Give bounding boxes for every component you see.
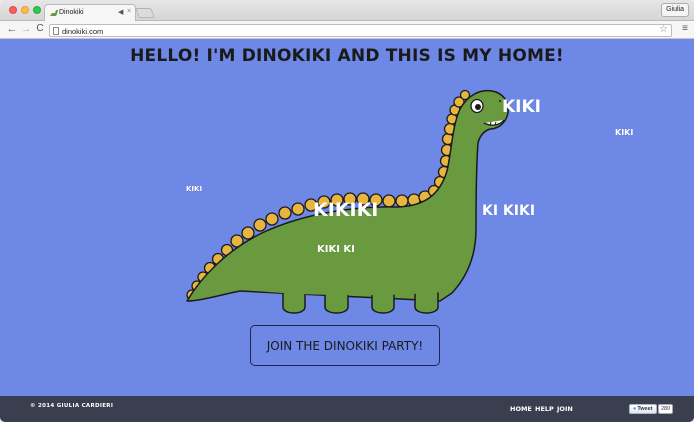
minimize-window-button[interactable] [21, 6, 29, 14]
page-icon [53, 27, 59, 35]
close-window-button[interactable] [9, 6, 17, 14]
browser-toolbar: ← → C dinokiki.com ☆ ≡ [0, 21, 694, 39]
kiki-word: KI KIKI [482, 203, 536, 219]
reload-icon[interactable]: C [34, 23, 46, 35]
footer-link-help[interactable]: HELP [535, 405, 554, 413]
dino-favicon-icon [50, 10, 58, 16]
profile-button[interactable]: Giulia [661, 3, 689, 17]
copyright-text: © 2014 GIULIA CARDIERI [30, 403, 114, 409]
maximize-window-button[interactable] [33, 6, 41, 14]
tweet-label: Tweet [637, 406, 653, 412]
kiki-word: KIKI KI [317, 244, 355, 255]
footer: © 2014 GIULIA CARDIERI HOME HELP JOIN ●T… [0, 396, 694, 422]
footer-link-join[interactable]: JOIN [557, 405, 573, 413]
speaker-icon: ◀ [118, 9, 124, 16]
new-tab-button[interactable] [135, 8, 155, 18]
kiki-word: KIKI [186, 185, 203, 193]
address-bar[interactable]: dinokiki.com ☆ [49, 24, 672, 37]
chrome-menu-icon[interactable]: ≡ [682, 23, 688, 34]
join-party-button[interactable]: JOIN THE DINOKIKI PARTY! [250, 325, 440, 366]
browser-window: Dinokiki ◀ × Giulia ← → C dinokiki.com ☆… [0, 0, 694, 422]
tab-title: Dinokiki [59, 9, 84, 16]
url-text: dinokiki.com [62, 26, 104, 36]
tab-strip: Dinokiki ◀ × Giulia [0, 0, 694, 22]
bookmark-star-icon[interactable]: ☆ [659, 24, 668, 35]
footer-link-home[interactable]: HOME [510, 405, 532, 413]
tab-close-icon[interactable]: × [127, 8, 131, 15]
kiki-word: KIKI [502, 97, 541, 117]
tweet-button[interactable]: ●Tweet [629, 404, 657, 414]
tweet-count: 280 [658, 404, 674, 414]
kiki-word: KIKIKI [313, 199, 379, 221]
kiki-word: KIKI [615, 128, 634, 137]
twitter-bird-icon: ● [633, 406, 637, 412]
forward-arrow-icon[interactable]: → [20, 23, 32, 35]
tab-dinokiki[interactable]: Dinokiki ◀ × [44, 4, 136, 22]
back-arrow-icon[interactable]: ← [6, 23, 18, 35]
page-content: HELLO! I'M DINOKIKI AND THIS IS MY HOME! [0, 39, 694, 396]
